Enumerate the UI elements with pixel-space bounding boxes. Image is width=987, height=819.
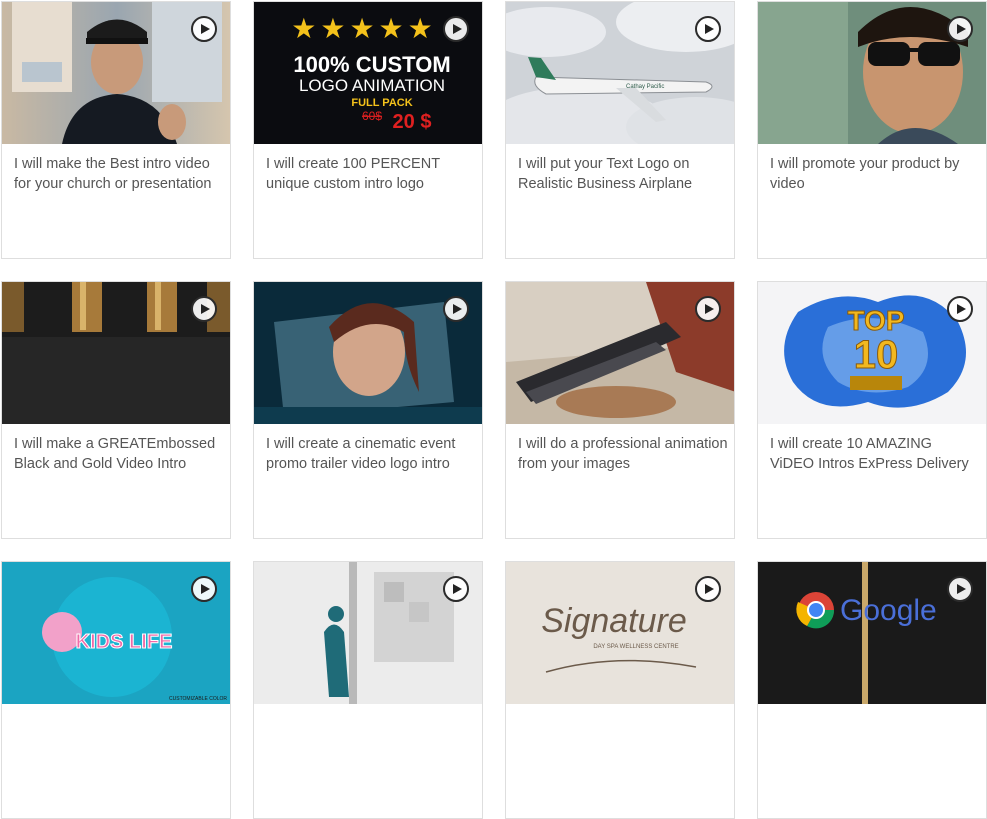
play-icon[interactable]: [695, 576, 721, 602]
gig-card[interactable]: Cathay Pacific I will put your Text Logo…: [505, 1, 735, 259]
play-icon[interactable]: [443, 296, 469, 322]
gig-card[interactable]: I will create a cinematic event promo tr…: [253, 281, 483, 539]
old-price: 60$: [362, 109, 382, 123]
kids-logo-text: KIDS LIFE: [76, 631, 173, 653]
ten-label: 10: [854, 333, 899, 377]
signature-script: Signature: [541, 602, 687, 640]
play-icon[interactable]: [947, 296, 973, 322]
gig-thumbnail[interactable]: [758, 2, 986, 144]
gig-card[interactable]: ★★★★★ 100% CUSTOM LOGO ANIMATION FULL PA…: [253, 1, 483, 259]
play-icon[interactable]: [947, 576, 973, 602]
play-icon[interactable]: [443, 576, 469, 602]
gig-thumbnail[interactable]: TOP 10: [758, 282, 986, 424]
play-icon[interactable]: [947, 16, 973, 42]
gig-card[interactable]: I will promote your product by video: [757, 1, 987, 259]
top-label: TOP: [847, 305, 904, 336]
gig-title[interactable]: I will put your Text Logo on Realistic B…: [518, 154, 728, 194]
rating-stars: ★★★★★: [291, 13, 437, 44]
gig-card[interactable]: Signature DAY SPA WELLNESS CENTRE: [505, 561, 735, 819]
gig-title[interactable]: I will promote your product by video: [770, 154, 980, 194]
gig-title[interactable]: I will create 10 AMAZING ViDEO Intros Ex…: [770, 434, 980, 474]
gig-card[interactable]: I will make a GREATEmbossed Black and Go…: [1, 281, 231, 539]
gig-card[interactable]: I will do a professional animation from …: [505, 281, 735, 539]
gig-title[interactable]: I will make the Best intro video for you…: [14, 154, 224, 194]
gig-thumbnail[interactable]: [2, 282, 230, 424]
gig-card[interactable]: KIDS LIFE CUSTOMIZABLE COLOR: [1, 561, 231, 819]
gig-thumbnail[interactable]: [506, 282, 734, 424]
play-icon[interactable]: [191, 16, 217, 42]
gig-title[interactable]: I will do a professional animation from …: [518, 434, 728, 474]
google-logo-text: Google: [840, 594, 937, 627]
gig-title[interactable]: I will make a GREATEmbossed Black and Go…: [14, 434, 224, 474]
thumb-caption: CUSTOMIZABLE COLOR: [169, 696, 227, 702]
gig-thumbnail[interactable]: [254, 562, 482, 704]
gig-card[interactable]: I will make the Best intro video for you…: [1, 1, 231, 259]
play-icon[interactable]: [695, 296, 721, 322]
gig-grid: I will make the Best intro video for you…: [0, 0, 987, 819]
gig-thumbnail[interactable]: [2, 2, 230, 144]
play-icon[interactable]: [443, 16, 469, 42]
gig-thumbnail[interactable]: Google: [758, 562, 986, 704]
gig-card[interactable]: Google: [757, 561, 987, 819]
gig-thumbnail[interactable]: ★★★★★ 100% CUSTOM LOGO ANIMATION FULL PA…: [254, 2, 482, 144]
gig-card[interactable]: TOP 10 I will create 10 AMAZING ViDEO In…: [757, 281, 987, 539]
promo-line-3: FULL PACK: [351, 97, 412, 109]
gig-title[interactable]: I will create 100 PERCENT unique custom …: [266, 154, 476, 194]
gig-thumbnail[interactable]: Cathay Pacific: [506, 2, 734, 144]
signature-subtitle: DAY SPA WELLNESS CENTRE: [593, 644, 678, 650]
new-price: 20 $: [393, 111, 432, 133]
play-icon[interactable]: [191, 296, 217, 322]
gig-card[interactable]: [253, 561, 483, 819]
promo-line-2: LOGO ANIMATION: [299, 76, 445, 95]
gig-thumbnail[interactable]: KIDS LIFE CUSTOMIZABLE COLOR: [2, 562, 230, 704]
gig-thumbnail[interactable]: [254, 282, 482, 424]
promo-line-1: 100% CUSTOM: [293, 52, 450, 77]
gig-title[interactable]: I will create a cinematic event promo tr…: [266, 434, 476, 474]
plane-label: Cathay Pacific: [626, 84, 664, 90]
play-icon[interactable]: [695, 16, 721, 42]
gig-thumbnail[interactable]: Signature DAY SPA WELLNESS CENTRE: [506, 562, 734, 704]
play-icon[interactable]: [191, 576, 217, 602]
